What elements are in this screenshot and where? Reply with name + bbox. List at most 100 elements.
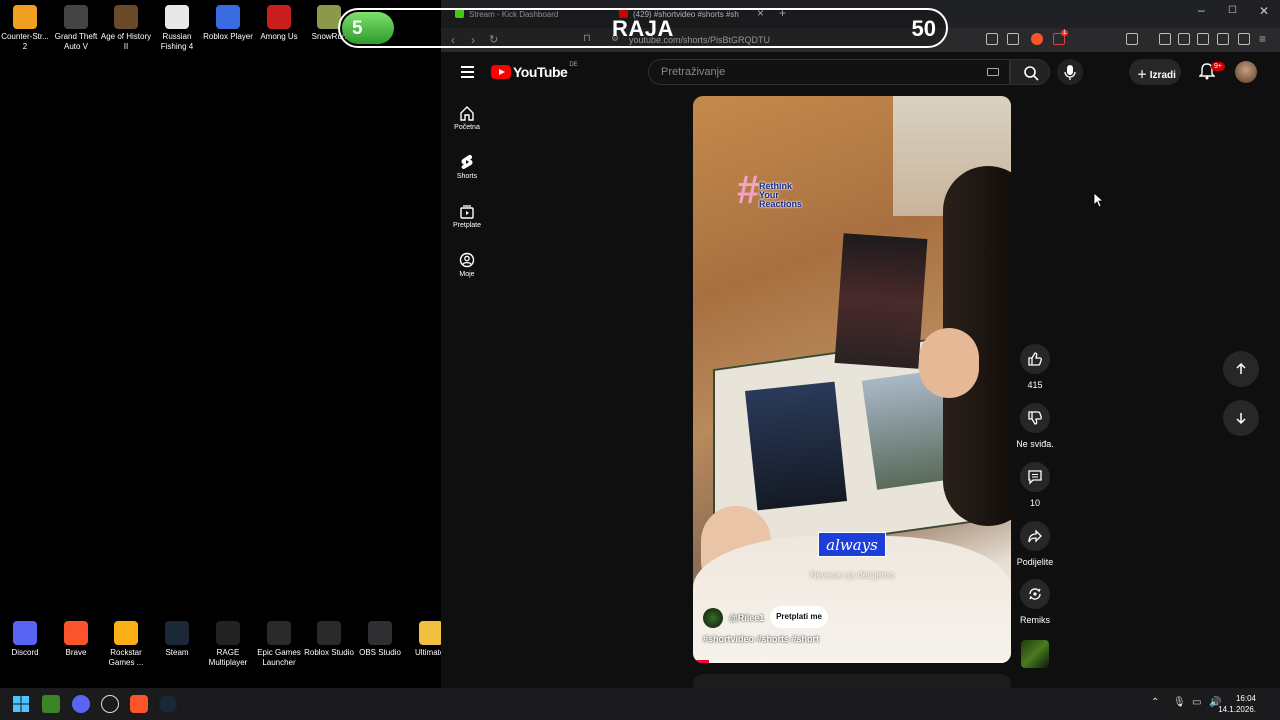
shorts-icon [461,154,473,169]
video-hashtags[interactable]: #shortvideo #shorts #short [703,634,819,644]
search-button[interactable] [1010,59,1050,85]
desktop-shortcut-label: Steam [165,648,189,657]
tray-overflow-icon[interactable]: ⌃ [1151,697,1159,708]
desktop-shortcut[interactable]: Discord [0,621,51,658]
desktop-shortcut[interactable]: Steam [151,621,203,658]
browser-window: Stream - Kick Dashboard (429) #shortvide… [441,0,1280,688]
arrow-up-icon [1236,362,1246,374]
sidebar-icon[interactable] [1178,33,1190,45]
desktop-shortcut[interactable]: OBS Studio [354,621,406,658]
counter-strike-icon [13,5,37,29]
desktop-shortcut[interactable]: Roblox Studio [303,621,355,658]
sidebar-item-shorts[interactable]: Shorts [441,154,493,180]
mic-tray-icon[interactable]: 🎙 [1173,697,1186,708]
dislike-icon-wrap [1020,403,1050,433]
menu-icon[interactable]: ≡ [1259,32,1266,46]
discord-icon [13,621,37,645]
desktop-shortcut[interactable]: Rockstar Games ... [100,621,152,668]
channel-info[interactable]: @Rilee1 [703,608,764,628]
like-count: 415 [1027,380,1043,390]
obs-taskbar-icon[interactable] [101,695,119,713]
system-clock[interactable]: 16:04 14.1.2026. [1218,693,1256,715]
hashtag-symbol: # [737,168,760,212]
remix-button[interactable]: Remiks [1014,579,1056,625]
video-progress-bar[interactable] [693,660,1011,663]
desktop-shortcut-label: Counter-Str... 2 [1,32,49,51]
mouse-cursor-icon [1093,192,1105,208]
desktop-shortcut-label: RAGE Multiplayer [208,648,248,667]
brave-shields-icon[interactable] [1031,33,1043,45]
dislike-button[interactable]: Ne sviđa. [1014,403,1056,449]
gta-icon [64,5,88,29]
subscriptions-icon [460,205,474,219]
create-button[interactable]: ＋ Izradi [1129,59,1181,85]
desktop-shortcut[interactable]: Grand Theft Auto V [50,5,102,52]
youtube-logo[interactable]: YouTube DE [491,62,578,80]
network-icon[interactable]: ▭ [1192,697,1201,708]
previous-short-button[interactable] [1223,351,1259,387]
desktop-shortcut-label: Age of History II [100,32,152,51]
share-icon [1028,529,1042,543]
windows-start-icon[interactable] [12,695,30,713]
voice-search-button[interactable] [1057,59,1083,85]
cast-icon[interactable] [986,33,998,45]
screenshot-icon[interactable] [1126,33,1138,45]
desktop-shortcut[interactable]: Epic Games Launcher [253,621,305,668]
discord-taskbar-icon[interactable] [72,695,90,713]
channel-name[interactable]: @Rilee1 [729,613,764,623]
desktop-shortcut[interactable]: Brave [50,621,102,658]
sidebar-item-label: Početna [454,124,480,131]
comments-button[interactable]: 10 [1014,462,1056,508]
share-page-icon[interactable] [1007,33,1019,45]
share-button[interactable]: Podijelite [1014,521,1056,567]
plus-icon: ＋ [1137,70,1147,81]
desktop-shortcut-label: Epic Games Launcher [257,648,301,667]
leo-ai-icon[interactable] [1217,33,1229,45]
desktop-shortcut[interactable]: Counter-Str... 2 [0,5,51,52]
comment-icon [1028,470,1042,485]
avatar[interactable] [1235,61,1257,83]
short-video-player[interactable]: # Rethink Your Reactions always Nevena i… [693,96,1011,663]
thumbs-up-icon [1028,352,1042,366]
sidebar-item-subscriptions[interactable]: Pretplate [441,203,493,229]
hamburger-menu-icon[interactable] [461,66,474,81]
maximize-icon[interactable]: ☐ [1228,5,1237,16]
sticker-text: Rethink Your Reactions [759,182,802,209]
brave-taskbar-icon[interactable] [130,695,148,713]
desktop-shortcut[interactable]: Age of History II [100,5,152,52]
vpn-icon[interactable] [1238,33,1250,45]
channel-avatar[interactable] [703,608,723,628]
country-code: DE [569,62,578,68]
desktop-shortcut-label: Roblox Player [203,32,253,41]
minimize-icon[interactable]: – [1198,3,1205,17]
overlay-name: RAJA [612,16,674,41]
taskbar: ⌃ 🎙 ▭ 🔊 16:04 14.1.2026. [0,688,1280,720]
sidebar-item-home[interactable]: Početna [441,105,493,131]
like-button[interactable]: 415 [1014,344,1056,390]
steam-taskbar-icon[interactable] [159,695,177,713]
video-subtitle: Nevena i ja delujemo [809,570,895,580]
next-short-button[interactable] [1223,400,1259,436]
minecraft-icon[interactable] [42,695,60,713]
remix-label: Remiks [1019,615,1050,625]
clock-date: 14.1.2026. [1218,705,1256,714]
close-window-icon[interactable]: ✕ [1259,4,1269,18]
desktop-shortcut[interactable]: RAGE Multiplayer [202,621,254,668]
music-icon[interactable] [1159,33,1171,45]
sound-thumbnail[interactable] [1021,640,1049,668]
wallet-icon[interactable] [1197,33,1209,45]
search-input[interactable]: Pretraživanje [648,59,1010,85]
subscribe-button[interactable]: Pretplati me [770,606,828,628]
desktop-shortcut[interactable]: Roblox Player [202,5,254,42]
extension-badge: 1 [1061,30,1069,36]
search-icon [1024,66,1039,81]
stream-overlay: 5 RAJA 50 [338,8,948,48]
share-label: Podijelite [1016,557,1054,567]
desktop-shortcut[interactable]: Among Us [253,5,305,42]
desktop-shortcut[interactable]: Russian Fishing 4 [151,5,203,52]
microphone-icon [1064,65,1076,80]
desktop-shortcut-label: Rockstar Games ... [108,648,144,667]
sidebar-item-you[interactable]: Moje [441,252,493,278]
progress-fill [693,660,709,663]
keyboard-icon[interactable] [987,68,999,76]
